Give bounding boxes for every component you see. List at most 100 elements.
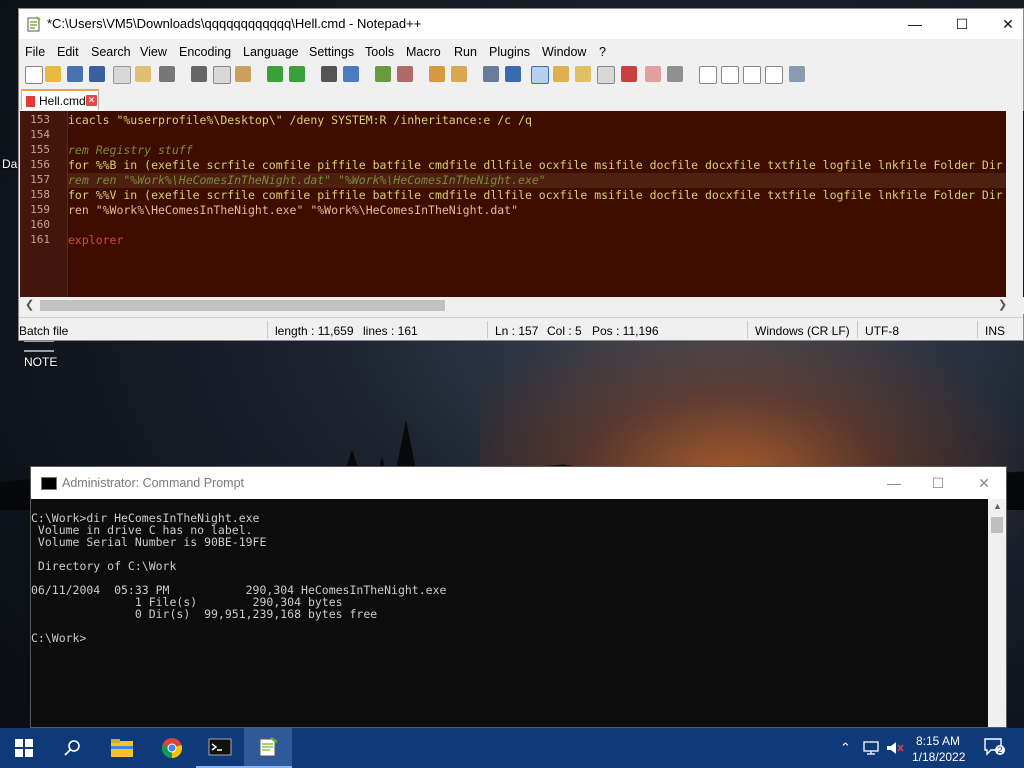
line-number: 158 xyxy=(30,188,50,201)
menu-encoding[interactable]: Encoding xyxy=(179,45,231,59)
tab-hell-cmd[interactable]: Hell.cmd ✕ xyxy=(21,89,99,110)
taskbar-chrome[interactable] xyxy=(148,728,196,768)
command-prompt-window: Administrator: Command Prompt — ☐ ✕ C:\W… xyxy=(30,466,1007,728)
console-output[interactable]: C:\Work>dir HeComesInTheNight.exe Volume… xyxy=(31,499,989,727)
menu-file[interactable]: File xyxy=(25,45,45,59)
record-macro-icon[interactable] xyxy=(699,66,717,84)
status-lines: lines : 161 xyxy=(363,324,418,338)
close-file-icon[interactable] xyxy=(113,66,131,84)
copy-icon[interactable] xyxy=(213,66,231,84)
status-position: Pos : 11,196 xyxy=(592,324,659,338)
word-wrap-icon[interactable] xyxy=(483,66,499,82)
menu-edit[interactable]: Edit xyxy=(57,45,79,59)
horizontal-scroll-thumb[interactable] xyxy=(40,300,445,311)
folder-as-workspace-icon[interactable] xyxy=(621,66,637,82)
open-file-icon[interactable] xyxy=(45,66,61,82)
start-button[interactable] xyxy=(0,728,48,768)
maximize-button[interactable]: ☐ xyxy=(915,468,961,498)
console-line: Volume Serial Number is 90BE-19FE xyxy=(31,535,267,549)
network-icon[interactable] xyxy=(862,741,880,755)
menu-settings[interactable]: Settings xyxy=(309,45,354,59)
cmd-vertical-scrollbar[interactable]: ▲ xyxy=(988,499,1006,727)
menu-tools[interactable]: Tools xyxy=(365,45,394,59)
line-number: 159 xyxy=(30,203,50,216)
menu-run[interactable]: Run xyxy=(454,45,477,59)
notepad-plus-plus-icon xyxy=(27,16,41,32)
monitoring-icon[interactable] xyxy=(645,66,661,82)
sync-horizontal-icon[interactable] xyxy=(451,66,467,82)
save-all-icon[interactable] xyxy=(89,66,105,82)
command-prompt-icon xyxy=(41,477,57,490)
minimize-button[interactable]: — xyxy=(871,468,917,498)
desktop-note-icon[interactable] xyxy=(24,340,54,352)
print-icon[interactable] xyxy=(159,66,175,82)
replace-icon[interactable] xyxy=(343,66,359,82)
search-button[interactable] xyxy=(48,728,96,768)
clock-time[interactable]: 8:15 AM xyxy=(916,734,960,748)
cmd-scroll-thumb[interactable] xyxy=(991,517,1003,533)
save-icon[interactable] xyxy=(67,66,83,82)
vertical-scrollbar[interactable] xyxy=(1006,111,1023,297)
scroll-left-arrow-icon[interactable]: ❮ xyxy=(25,298,34,311)
new-file-icon[interactable] xyxy=(25,66,43,84)
show-all-characters-icon[interactable] xyxy=(505,66,521,82)
menu-language[interactable]: Language xyxy=(243,45,299,59)
status-eol: Windows (CR LF) xyxy=(755,324,850,338)
run-macro-multiple-icon[interactable] xyxy=(765,66,783,84)
save-macro-icon[interactable] xyxy=(789,66,805,82)
cut-icon[interactable] xyxy=(191,66,207,82)
notepad-plus-plus-icon xyxy=(259,736,278,757)
cmd-title-bar[interactable]: Administrator: Command Prompt — ☐ ✕ xyxy=(31,467,1006,499)
code-line-comment: rem ren "%Work%\HeComesInTheNight.dat" "… xyxy=(68,173,546,187)
show-hidden-icons-chevron-icon[interactable]: ⌃ xyxy=(840,740,851,756)
status-file-type: Batch file xyxy=(19,324,69,338)
tab-close-icon[interactable]: ✕ xyxy=(86,95,97,106)
scroll-up-arrow-icon[interactable]: ▲ xyxy=(993,501,1002,511)
minimize-button[interactable]: — xyxy=(892,9,938,39)
close-button[interactable]: ✕ xyxy=(961,468,1007,498)
redo-icon[interactable] xyxy=(289,66,305,82)
status-separator xyxy=(487,321,488,338)
zoom-out-icon[interactable] xyxy=(397,66,413,82)
taskbar-command-prompt[interactable] xyxy=(196,728,244,768)
menu-window[interactable]: Window xyxy=(542,45,586,59)
indent-guide-icon[interactable] xyxy=(531,66,549,84)
eye-icon[interactable] xyxy=(667,66,683,82)
volume-muted-icon[interactable] xyxy=(886,741,904,755)
notepad-title-bar[interactable]: *C:\Users\VM5\Downloads\qqqqqqqqqqqq\Hel… xyxy=(19,9,1023,39)
unsaved-file-icon xyxy=(26,96,35,107)
menu-help[interactable]: ? xyxy=(599,45,606,59)
status-column: Col : 5 xyxy=(547,324,582,338)
undo-icon[interactable] xyxy=(267,66,283,82)
sync-vertical-icon[interactable] xyxy=(429,66,445,82)
maximize-button[interactable]: ☐ xyxy=(939,9,985,39)
menu-search[interactable]: Search xyxy=(91,45,131,59)
status-separator xyxy=(857,321,858,338)
zoom-in-icon[interactable] xyxy=(375,66,391,82)
tab-label: Hell.cmd xyxy=(39,94,86,108)
taskbar-file-explorer[interactable] xyxy=(98,728,146,768)
action-center-icon[interactable]: 2 xyxy=(984,738,1005,756)
desktop-note-label[interactable]: NOTE xyxy=(24,355,57,369)
close-button[interactable]: ✕ xyxy=(985,9,1024,39)
menu-view[interactable]: View xyxy=(140,45,167,59)
command-prompt-icon xyxy=(208,738,232,756)
menu-macro[interactable]: Macro xyxy=(406,45,441,59)
stop-macro-icon[interactable] xyxy=(721,66,739,84)
menu-plugins[interactable]: Plugins xyxy=(489,45,530,59)
horizontal-scrollbar[interactable]: ❮ ❯ xyxy=(20,297,1024,314)
find-icon[interactable] xyxy=(321,66,337,82)
user-defined-language-icon[interactable] xyxy=(553,66,569,82)
taskbar-notepad-plus-plus[interactable] xyxy=(244,728,292,768)
desktop-icon-label-partial[interactable]: Da xyxy=(2,157,17,171)
paste-icon[interactable] xyxy=(235,66,251,82)
status-bar: Batch file length : 11,659 lines : 161 L… xyxy=(19,317,1023,341)
clock-date[interactable]: 1/18/2022 xyxy=(912,750,965,764)
document-map-icon[interactable] xyxy=(575,66,591,82)
code-line: for %%B in (exefile scrfile comfile piff… xyxy=(68,158,1003,172)
scroll-right-arrow-icon[interactable]: ❯ xyxy=(998,298,1007,311)
code-editor[interactable]: 153 154 155 156 157 158 159 160 161 icac… xyxy=(20,111,1024,297)
close-all-icon[interactable] xyxy=(135,66,151,82)
function-list-icon[interactable] xyxy=(597,66,615,84)
playback-macro-icon[interactable] xyxy=(743,66,761,84)
